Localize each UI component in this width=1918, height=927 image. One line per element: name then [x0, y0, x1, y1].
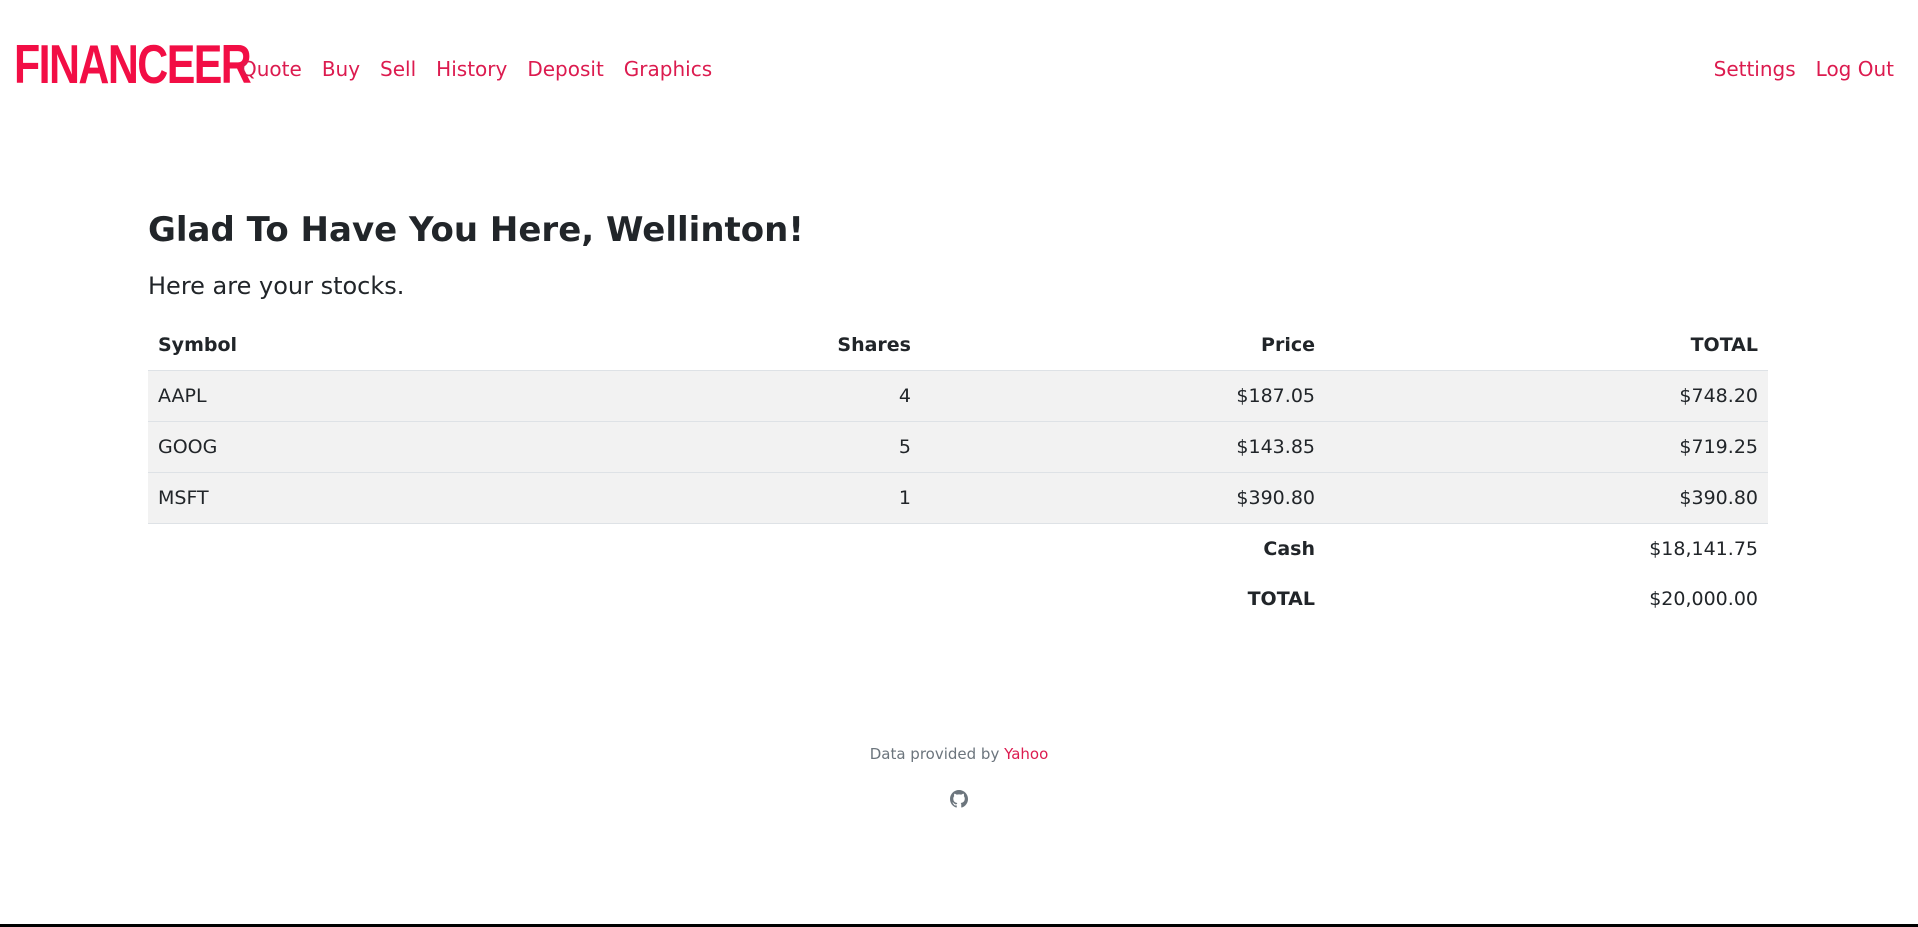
cell-shares: 1 [717, 472, 921, 524]
cell-price: $187.05 [921, 370, 1325, 422]
cell-price: $390.80 [921, 472, 1325, 524]
nav-link-graphics[interactable]: Graphics [624, 56, 712, 82]
table-row: MSFT 1 $390.80 $390.80 [148, 472, 1768, 524]
empty-cell [148, 524, 717, 575]
cell-total: $748.20 [1325, 370, 1768, 422]
cash-value: $18,141.75 [1649, 538, 1758, 560]
cell-shares: 5 [717, 421, 921, 473]
nav-link-settings[interactable]: Settings [1714, 56, 1796, 82]
table-header-row: Symbol Shares Price TOTAL [148, 320, 1768, 371]
header-price: Price [921, 320, 1325, 371]
header-total: TOTAL [1325, 320, 1768, 371]
page-title: Glad To Have You Here, Wellinton! [148, 210, 804, 250]
cell-symbol: MSFT [148, 472, 717, 524]
grand-total-row: TOTAL $20,000.00 [148, 574, 1768, 624]
nav-link-history[interactable]: History [436, 56, 507, 82]
nav-link-buy[interactable]: Buy [322, 56, 360, 82]
grand-total-label: TOTAL [1247, 588, 1315, 610]
cell-total: $390.80 [1325, 472, 1768, 524]
yahoo-link[interactable]: Yahoo [1004, 745, 1048, 763]
portfolio-table: Symbol Shares Price TOTAL AAPL 4 $187.05… [148, 320, 1768, 624]
empty-cell [148, 574, 717, 624]
nav-account-links: Settings Log Out [1714, 56, 1894, 82]
cell-shares: 4 [717, 370, 921, 422]
footer-credit: Data provided by Yahoo [0, 744, 1918, 764]
empty-cell [717, 574, 921, 624]
cell-total: $719.25 [1325, 421, 1768, 473]
grand-total-value: $20,000.00 [1649, 588, 1758, 610]
navbar: FINANCEER Quote Buy Sell History Deposit… [0, 0, 1918, 138]
table-row: AAPL 4 $187.05 $748.20 [148, 370, 1768, 422]
cell-price: $143.85 [921, 421, 1325, 473]
brand-logo[interactable]: FINANCEER [14, 34, 252, 94]
table-row: GOOG 5 $143.85 $719.25 [148, 421, 1768, 473]
cell-symbol: AAPL [148, 370, 717, 422]
cash-label: Cash [1263, 538, 1315, 560]
nav-link-logout[interactable]: Log Out [1816, 56, 1894, 82]
nav-link-quote[interactable]: Quote [241, 56, 302, 82]
nav-main-links: Quote Buy Sell History Deposit Graphics [241, 56, 712, 82]
cell-symbol: GOOG [148, 421, 717, 473]
github-icon[interactable] [950, 790, 968, 808]
cash-row: Cash $18,141.75 [148, 524, 1768, 575]
footer-credit-text: Data provided by [869, 745, 1000, 763]
header-shares: Shares [717, 320, 921, 371]
header-symbol: Symbol [148, 320, 717, 371]
empty-cell [717, 524, 921, 575]
nav-link-sell[interactable]: Sell [380, 56, 416, 82]
nav-link-deposit[interactable]: Deposit [527, 56, 603, 82]
page-subtitle: Here are your stocks. [148, 272, 405, 300]
